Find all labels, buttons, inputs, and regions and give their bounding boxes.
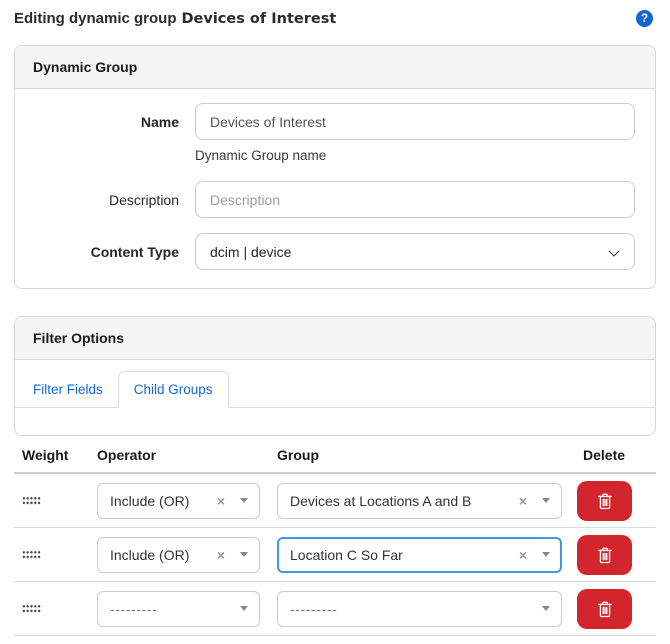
dropdown-arrow-icon (240, 606, 248, 611)
operator-select-row3[interactable]: --------- (97, 590, 260, 627)
dropdown-arrow-icon (542, 552, 550, 557)
page-title: Editing dynamic group Devices of Interest (14, 10, 336, 27)
page-title-object-name: Devices of Interest (181, 11, 337, 27)
group-select-row2[interactable]: Location C So Far × (277, 536, 562, 573)
filter-options-panel: Filter Options Filter Fields Child Group… (14, 316, 656, 436)
group-select-row3[interactable]: --------- (277, 590, 562, 627)
table-row: Include (OR) × Devices at Locations A an… (14, 474, 656, 528)
drag-handle-icon[interactable] (22, 604, 41, 613)
column-header-delete: Delete (583, 447, 626, 463)
column-header-weight: Weight (22, 447, 69, 463)
filter-tabs: Filter Fields Child Groups (15, 371, 655, 408)
tab-content-spacer (15, 408, 655, 435)
group-select-row1[interactable]: Devices at Locations A and B × (277, 482, 562, 519)
dropdown-arrow-icon (240, 498, 248, 503)
delete-row-button[interactable] (577, 480, 632, 521)
description-field-wrap (195, 181, 635, 218)
page-title-action: Editing dynamic group (14, 10, 177, 27)
filter-options-panel-body: Filter Fields Child Groups (15, 371, 655, 435)
operator-selected-value: Include (OR) (110, 492, 190, 509)
chevron-down-icon (608, 245, 620, 257)
dropdown-arrow-icon (240, 552, 248, 557)
delete-row-button[interactable] (577, 588, 632, 629)
name-form-row: Name (35, 103, 635, 140)
operator-select-row1[interactable]: Include (OR) × (97, 482, 260, 519)
clear-selection-icon[interactable]: × (519, 548, 527, 562)
table-row: --------- --------- (14, 582, 656, 636)
description-form-row: Description (35, 181, 635, 218)
content-type-label: Content Type (90, 243, 179, 260)
drag-handle-icon[interactable] (22, 550, 41, 559)
column-header-operator: Operator (97, 447, 157, 463)
trash-icon (597, 601, 612, 617)
operator-selected-value: Include (OR) (110, 546, 190, 563)
content-type-select[interactable]: dcim | device (195, 233, 635, 270)
column-header-group: Group (277, 447, 319, 463)
clear-selection-icon[interactable]: × (217, 548, 225, 562)
help-icon[interactable]: ? (636, 10, 653, 27)
trash-icon (597, 547, 612, 563)
dynamic-group-panel-title: Dynamic Group (15, 46, 655, 89)
filter-options-panel-title: Filter Options (15, 317, 655, 360)
name-label: Name (140, 113, 179, 130)
dropdown-arrow-icon (542, 606, 550, 611)
tab-filter-fields[interactable]: Filter Fields (18, 372, 118, 407)
drag-handle-icon[interactable] (22, 496, 41, 505)
group-empty-value: --------- (290, 600, 338, 617)
operator-select-row2[interactable]: Include (OR) × (97, 536, 260, 573)
content-type-field-wrap: dcim | device (195, 233, 635, 270)
child-groups-table-header: Weight Operator Group Delete (14, 438, 656, 474)
delete-row-button[interactable] (577, 534, 632, 575)
content-type-form-row: Content Type dcim | device (35, 233, 635, 270)
name-field-wrap (195, 103, 635, 140)
operator-empty-value: --------- (110, 600, 158, 617)
content-type-selected-value: dcim | device (210, 243, 292, 260)
dynamic-group-panel-body: Name Dynamic Group name Description Cont… (15, 89, 655, 288)
dynamic-group-panel: Dynamic Group Name Dynamic Group name De… (14, 45, 656, 289)
page-header: Editing dynamic group Devices of Interest… (0, 0, 670, 27)
dropdown-arrow-icon (542, 498, 550, 503)
trash-icon (597, 493, 612, 509)
description-input[interactable] (195, 181, 635, 218)
clear-selection-icon[interactable]: × (519, 494, 527, 508)
question-mark-glyph: ? (640, 12, 649, 25)
child-groups-table: Weight Operator Group Delete Include (OR… (14, 438, 656, 636)
name-input[interactable] (195, 103, 635, 140)
table-row: Include (OR) × Location C So Far × (14, 528, 656, 582)
description-label: Description (108, 191, 179, 208)
group-selected-value: Devices at Locations A and B (290, 492, 472, 509)
clear-selection-icon[interactable]: × (217, 494, 225, 508)
group-selected-value: Location C So Far (290, 546, 403, 563)
name-help-text: Dynamic Group name (195, 148, 327, 163)
tab-child-groups[interactable]: Child Groups (117, 371, 229, 408)
